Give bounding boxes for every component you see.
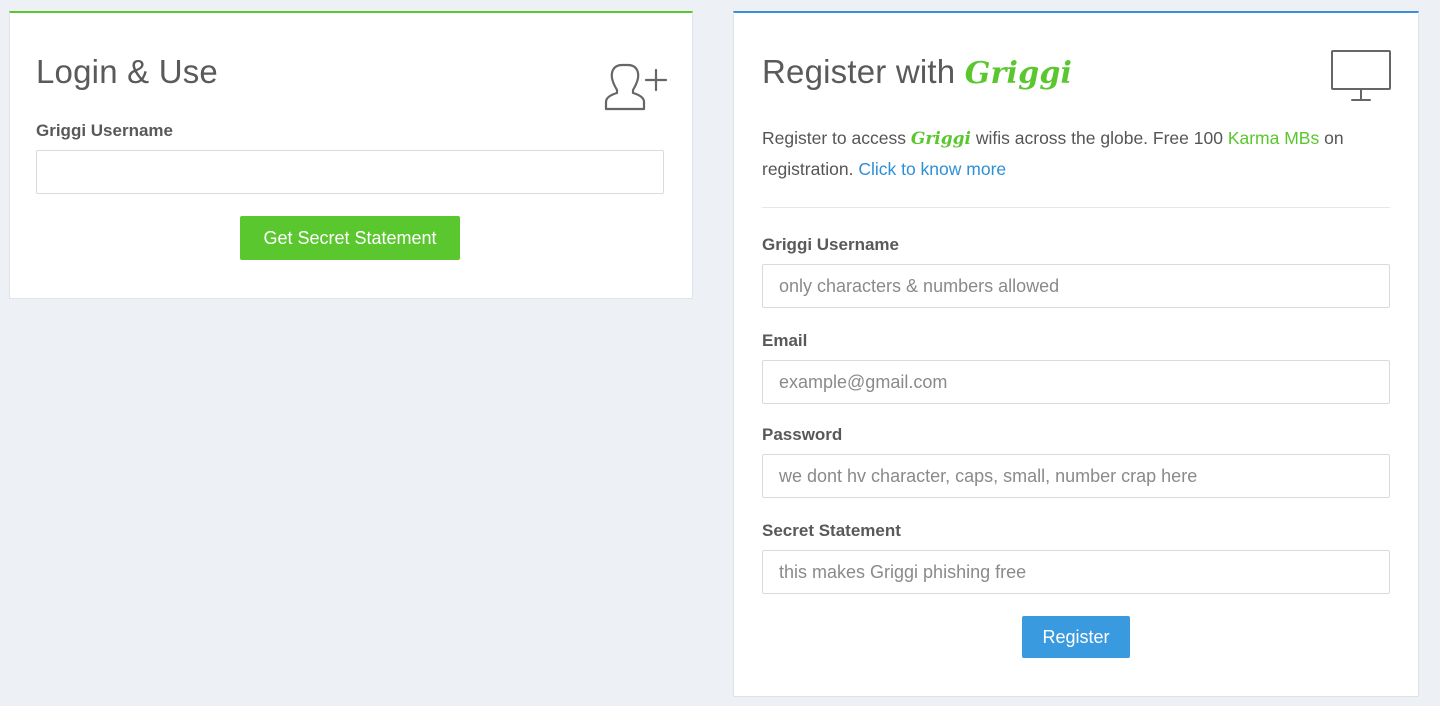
register-title: Register with Griggi <box>762 53 1072 91</box>
password-field[interactable] <box>762 454 1390 498</box>
email-field[interactable] <box>762 360 1390 404</box>
email-label: Email <box>762 331 808 350</box>
register-intro: Register to access Griggi wifis across t… <box>762 123 1382 184</box>
secret-statement-label: Secret Statement <box>762 521 901 540</box>
intro-text-1: Register to access <box>762 128 906 148</box>
intro-text-2: wifis across the globe. Free 100 <box>975 128 1223 148</box>
login-title: Login & Use <box>36 53 218 90</box>
divider <box>762 207 1390 208</box>
karma-mbs-text: Karma MBs <box>1227 128 1320 148</box>
password-label: Password <box>762 425 843 444</box>
register-username-input[interactable] <box>762 264 1390 308</box>
get-secret-statement-button[interactable]: Get Secret Statement <box>240 216 460 260</box>
secret-statement-field[interactable] <box>762 550 1390 594</box>
register-title-text: Register with <box>762 53 956 90</box>
login-username-label: Griggi Username <box>36 121 173 140</box>
intro-griggi-logo: Griggi <box>910 129 971 149</box>
login-username-input[interactable] <box>36 150 664 194</box>
register-panel: Register with Griggi Register to access … <box>733 11 1419 697</box>
griggi-logo: Griggi <box>964 56 1073 91</box>
register-button[interactable]: Register <box>1022 616 1130 658</box>
register-username-label: Griggi Username <box>762 235 899 254</box>
add-user-icon <box>604 61 668 113</box>
know-more-link[interactable]: Click to know more <box>858 159 1006 179</box>
login-panel: Login & Use Griggi Username Get Secret S… <box>9 11 693 299</box>
monitor-icon <box>1330 49 1392 103</box>
